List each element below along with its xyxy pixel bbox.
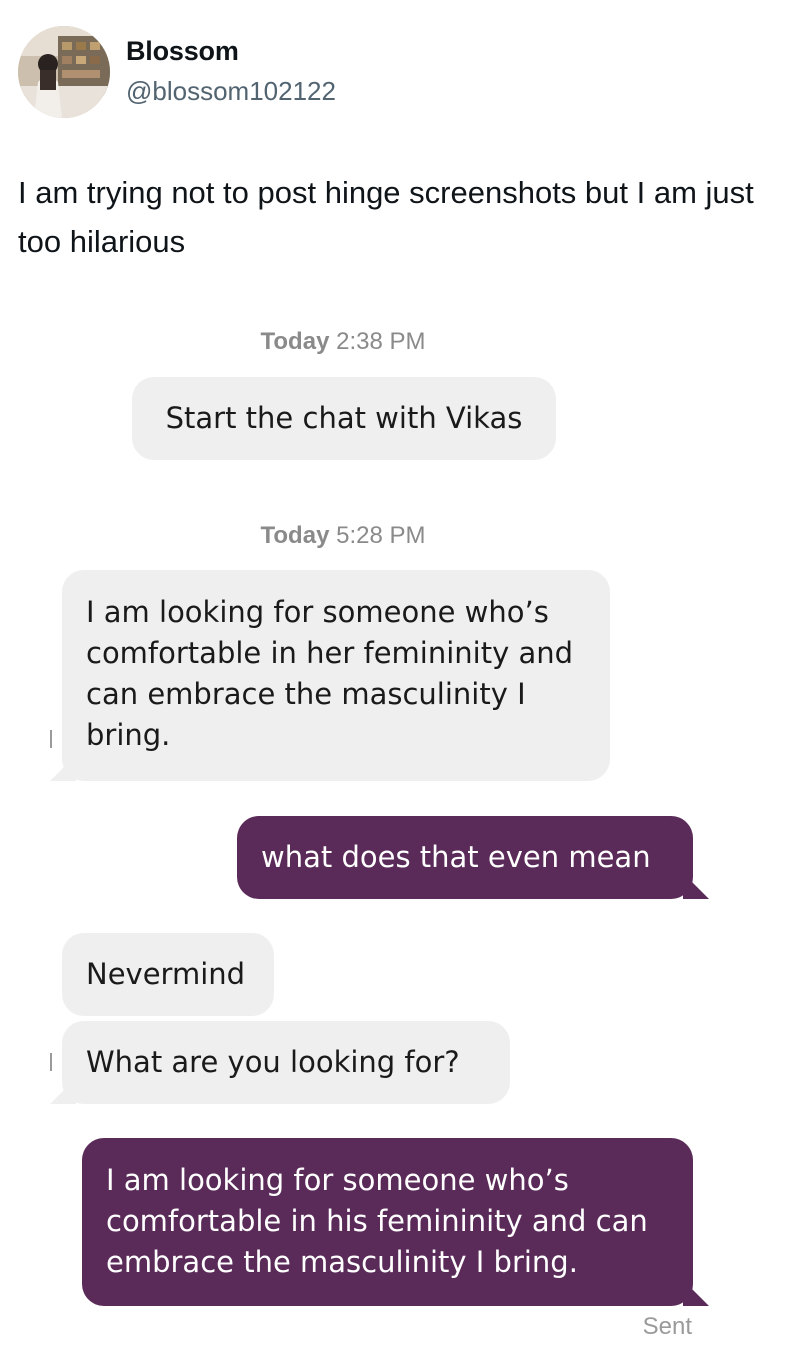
bubble-tail	[683, 873, 709, 899]
timestamp-day: Today	[260, 328, 330, 355]
timestamp-day: Today	[260, 522, 330, 549]
message-status: Sent	[642, 1313, 692, 1340]
system-message: Start the chat with Vikas	[132, 377, 556, 460]
message-bubble-outgoing[interactable]: what does that even mean	[237, 816, 693, 899]
tweet-card: Blossom @blossom102122 I am trying not t…	[0, 0, 800, 1346]
display-name[interactable]: Blossom	[126, 36, 239, 67]
message-text: What are you looking for?	[86, 1045, 460, 1079]
edge-mark	[50, 730, 52, 748]
user-handle[interactable]: @blossom102122	[126, 76, 336, 107]
tweet-text: I am trying not to post hinge screenshot…	[18, 175, 754, 259]
edge-mark	[50, 1053, 52, 1071]
message-bubble-incoming[interactable]: I am looking for someone who’s comfortab…	[62, 570, 610, 781]
timestamp: Today 5:28 PM	[0, 522, 686, 550]
profile-photo-icon	[18, 26, 110, 118]
system-message-text: Start the chat with Vikas	[165, 401, 523, 435]
message-text: what does that even mean	[261, 840, 651, 874]
bubble-tail	[683, 1280, 709, 1306]
message-bubble-outgoing[interactable]: I am looking for someone who’s comfortab…	[82, 1138, 693, 1306]
timestamp-time: 2:38 PM	[336, 328, 426, 355]
message-bubble-incoming[interactable]: Nevermind	[62, 933, 274, 1016]
message-text: I am looking for someone who’s comfortab…	[106, 1163, 648, 1279]
message-text: Nevermind	[86, 957, 246, 991]
message-text: I am looking for someone who’s comfortab…	[86, 595, 574, 752]
timestamp-time: 5:28 PM	[336, 522, 426, 549]
avatar[interactable]	[18, 26, 110, 118]
message-bubble-incoming[interactable]: What are you looking for?	[62, 1021, 510, 1104]
timestamp: Today 2:38 PM	[0, 328, 686, 356]
